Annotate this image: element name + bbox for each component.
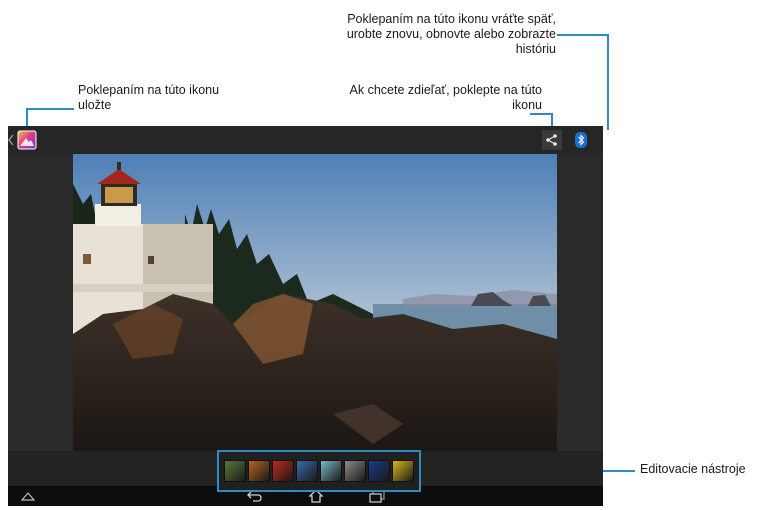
- history-leader-h: [557, 34, 609, 36]
- edited-photo[interactable]: [73, 154, 557, 490]
- save-callout: Poklepaním na túto ikonu uložte: [78, 83, 220, 112]
- chevron-left-icon[interactable]: [8, 132, 14, 148]
- share-leader-h: [530, 113, 553, 115]
- history-leader-v: [607, 34, 609, 130]
- edit-tools-highlight: [217, 450, 421, 492]
- share-callout: Ak chcete zdieľať, poklepte na túto ikon…: [349, 83, 542, 112]
- edit-tool-thumbnail[interactable]: [272, 460, 294, 482]
- action-bar: [8, 126, 603, 154]
- gallery-app-icon[interactable]: [16, 129, 38, 151]
- right-panel: [557, 154, 603, 451]
- overflow-menu-icon[interactable]: [602, 132, 603, 150]
- edit-tool-thumbnail[interactable]: [320, 460, 342, 482]
- home-up-icon[interactable]: [20, 489, 36, 503]
- tablet-screen: [8, 126, 603, 506]
- edit-tool-thumbnail[interactable]: [368, 460, 390, 482]
- edit-tool-thumbnail[interactable]: [224, 460, 246, 482]
- bluetooth-icon[interactable]: [573, 131, 589, 149]
- edit-tool-thumbnail[interactable]: [248, 460, 270, 482]
- edit-tool-thumbnail[interactable]: [296, 460, 318, 482]
- share-icon[interactable]: [542, 130, 562, 150]
- edit-tool-thumbnail[interactable]: [392, 460, 414, 482]
- edit-tool-thumbnail[interactable]: [344, 460, 366, 482]
- save-leader-h: [26, 108, 74, 110]
- tools-callout: Editovacie nástroje: [640, 462, 746, 476]
- history-callout: Poklepaním na túto ikonu vráťte späť, ur…: [346, 12, 556, 56]
- left-panel: [8, 154, 73, 451]
